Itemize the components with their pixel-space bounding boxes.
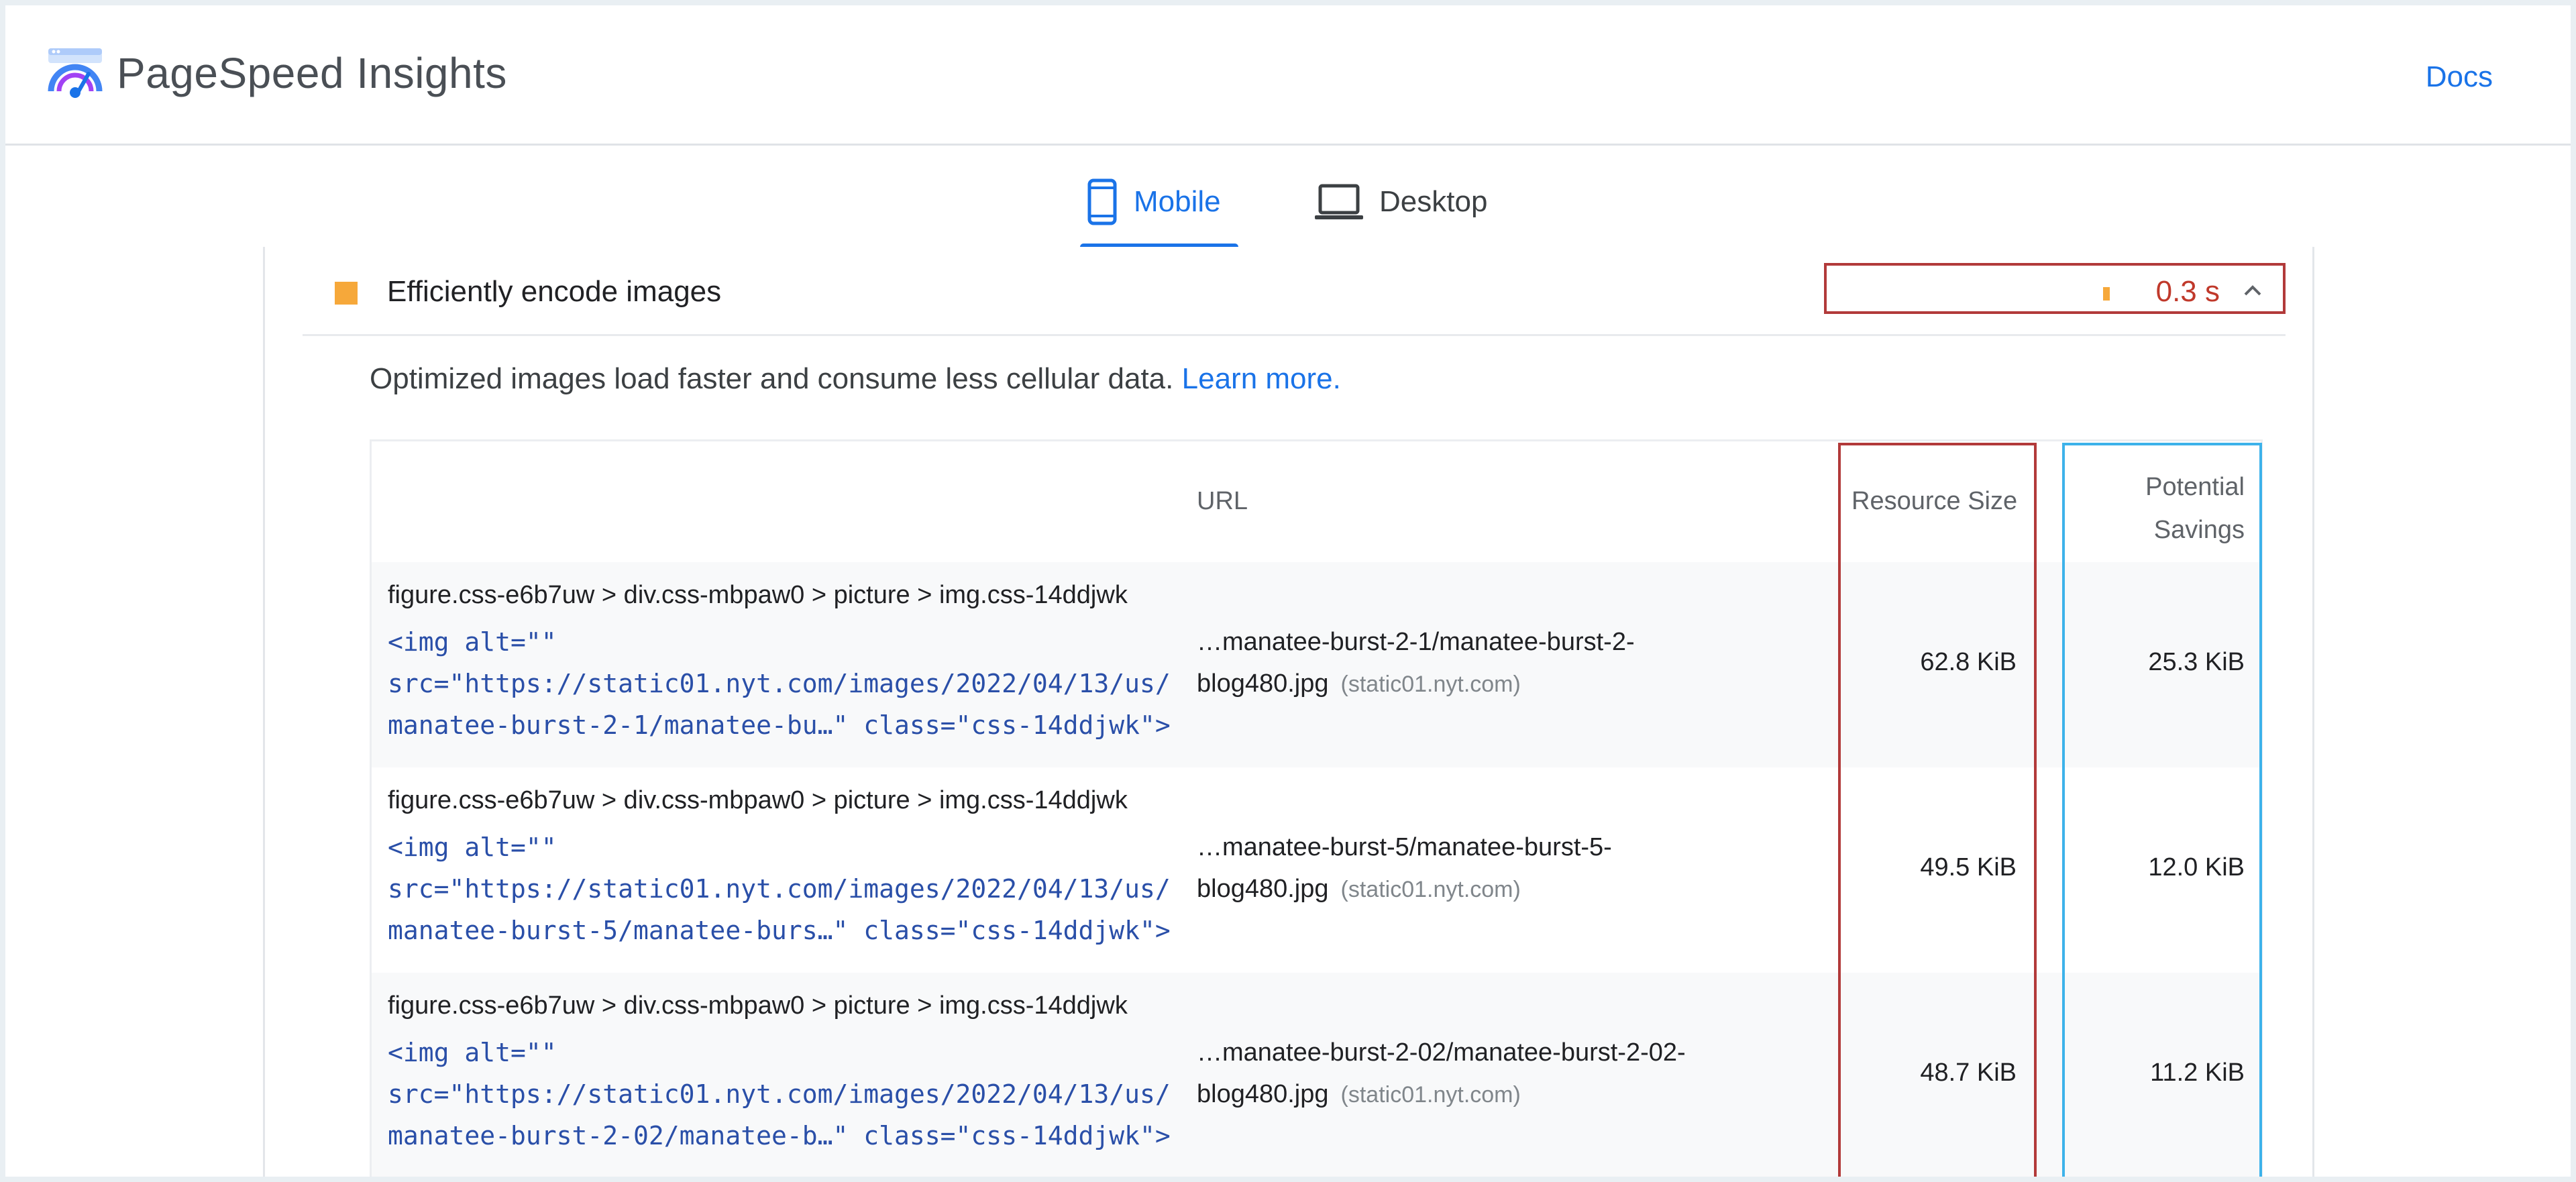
resource-url[interactable]: …manatee-burst-5/manatee-burst-5- blog48… <box>1197 826 1801 910</box>
device-tabs: Mobile Desktop <box>5 146 2571 253</box>
snippet-line: <img alt="" <box>388 1038 557 1067</box>
snippet-line: manatee-burst-2-1/manatee-bu…" class="cs… <box>388 710 1171 740</box>
node-path: figure.css-e6b7uw > div.css-mbpaw0 > pic… <box>388 786 1128 814</box>
pagespeed-logo-icon <box>48 48 103 98</box>
snippet-line: src="https://static01.nyt.com/images/202… <box>388 669 1171 698</box>
table-header: URL Resource Size Potential Savings <box>372 441 2261 562</box>
audit-metric[interactable]: 0.3 s <box>1824 263 2286 314</box>
app-header: PageSpeed Insights Docs <box>5 5 2571 146</box>
tab-desktop-label: Desktop <box>1379 185 1488 218</box>
node-snippet: <img alt="" src="https://static01.nyt.com… <box>388 1032 1171 1157</box>
potential-savings-value: 25.3 KiB <box>2148 648 2245 676</box>
snippet-line: <img alt="" <box>388 832 557 862</box>
resource-size-value: 62.8 KiB <box>1920 648 2017 676</box>
potential-savings-line1: Potential <box>2145 473 2245 501</box>
audit-title: Efficiently encode images <box>387 275 722 308</box>
metric-value: 0.3 s <box>2155 275 2220 308</box>
column-header-resource-size: Resource Size <box>1851 487 2018 515</box>
url-filename: blog480.jpg <box>1197 669 1329 698</box>
resource-size-value: 48.7 KiB <box>1920 1059 2017 1087</box>
column-header-potential-savings: Potential Savings <box>2145 466 2245 551</box>
resource-url[interactable]: …manatee-burst-2-1/manatee-burst-2- blog… <box>1197 621 1801 705</box>
resource-size-value: 49.5 KiB <box>1920 853 2017 881</box>
laptop-icon <box>1315 184 1363 219</box>
warning-square-icon <box>335 282 358 305</box>
node-path: figure.css-e6b7uw > div.css-mbpaw0 > pic… <box>388 581 1128 609</box>
learn-more-link[interactable]: Learn more. <box>1182 362 1341 395</box>
tab-mobile-label: Mobile <box>1134 185 1221 218</box>
audit-header[interactable]: Efficiently encode images 0.3 s <box>303 247 2286 336</box>
node-path: figure.css-e6b7uw > div.css-mbpaw0 > pic… <box>388 991 1128 1020</box>
snippet-line: manatee-burst-5/manatee-burs…" class="cs… <box>388 916 1171 945</box>
chevron-up-icon[interactable] <box>2243 280 2263 301</box>
potential-savings-value: 11.2 KiB <box>2150 1059 2245 1087</box>
node-snippet: <img alt="" src="https://static01.nyt.com… <box>388 621 1171 746</box>
audit-description: Optimized images load faster and consume… <box>370 362 1341 396</box>
node-snippet: <img alt="" src="https://static01.nyt.com… <box>388 826 1171 951</box>
url-path: …manatee-burst-2-02/manatee-burst-2-02- <box>1197 1038 1686 1067</box>
table-row: figure.css-e6b7uw > div.css-mbpaw0 > pic… <box>372 973 2261 1177</box>
url-path: …manatee-burst-2-1/manatee-burst-2- <box>1197 628 1635 656</box>
url-host: (static01.nyt.com) <box>1340 671 1521 697</box>
tab-mobile[interactable]: Mobile <box>1085 172 1221 231</box>
table-row: figure.css-e6b7uw > div.css-mbpaw0 > pic… <box>372 562 2261 767</box>
metric-bar-icon <box>2103 287 2110 301</box>
url-filename: blog480.jpg <box>1197 1080 1329 1108</box>
snippet-line: src="https://static01.nyt.com/images/202… <box>388 874 1171 904</box>
url-host: (static01.nyt.com) <box>1340 1082 1521 1108</box>
description-text: Optimized images load faster and consume… <box>370 362 1174 395</box>
results-table: URL Resource Size Potential Savings figu… <box>370 439 2263 1177</box>
column-header-url: URL <box>1197 487 1248 515</box>
resource-url[interactable]: …manatee-burst-2-02/manatee-burst-2-02- … <box>1197 1032 1801 1116</box>
snippet-line: <img alt="" <box>388 627 557 657</box>
snippet-line: src="https://static01.nyt.com/images/202… <box>388 1079 1171 1109</box>
audit-panel: Efficiently encode images 0.3 s Optimize… <box>263 247 2314 1177</box>
potential-savings-value: 12.0 KiB <box>2148 853 2245 881</box>
potential-savings-line2: Savings <box>2153 516 2245 544</box>
app-title: PageSpeed Insights <box>117 49 507 97</box>
page: PageSpeed Insights Docs Mobile Desktop E… <box>5 5 2571 1177</box>
url-path: …manatee-burst-5/manatee-burst-5- <box>1197 833 1612 861</box>
url-filename: blog480.jpg <box>1197 875 1329 903</box>
url-host: (static01.nyt.com) <box>1340 877 1521 902</box>
table-row: figure.css-e6b7uw > div.css-mbpaw0 > pic… <box>372 767 2261 973</box>
snippet-line: manatee-burst-2-02/manatee-b…" class="cs… <box>388 1121 1171 1150</box>
docs-link[interactable]: Docs <box>2426 60 2493 94</box>
smartphone-icon <box>1087 178 1117 225</box>
tab-desktop[interactable]: Desktop <box>1313 172 1487 231</box>
